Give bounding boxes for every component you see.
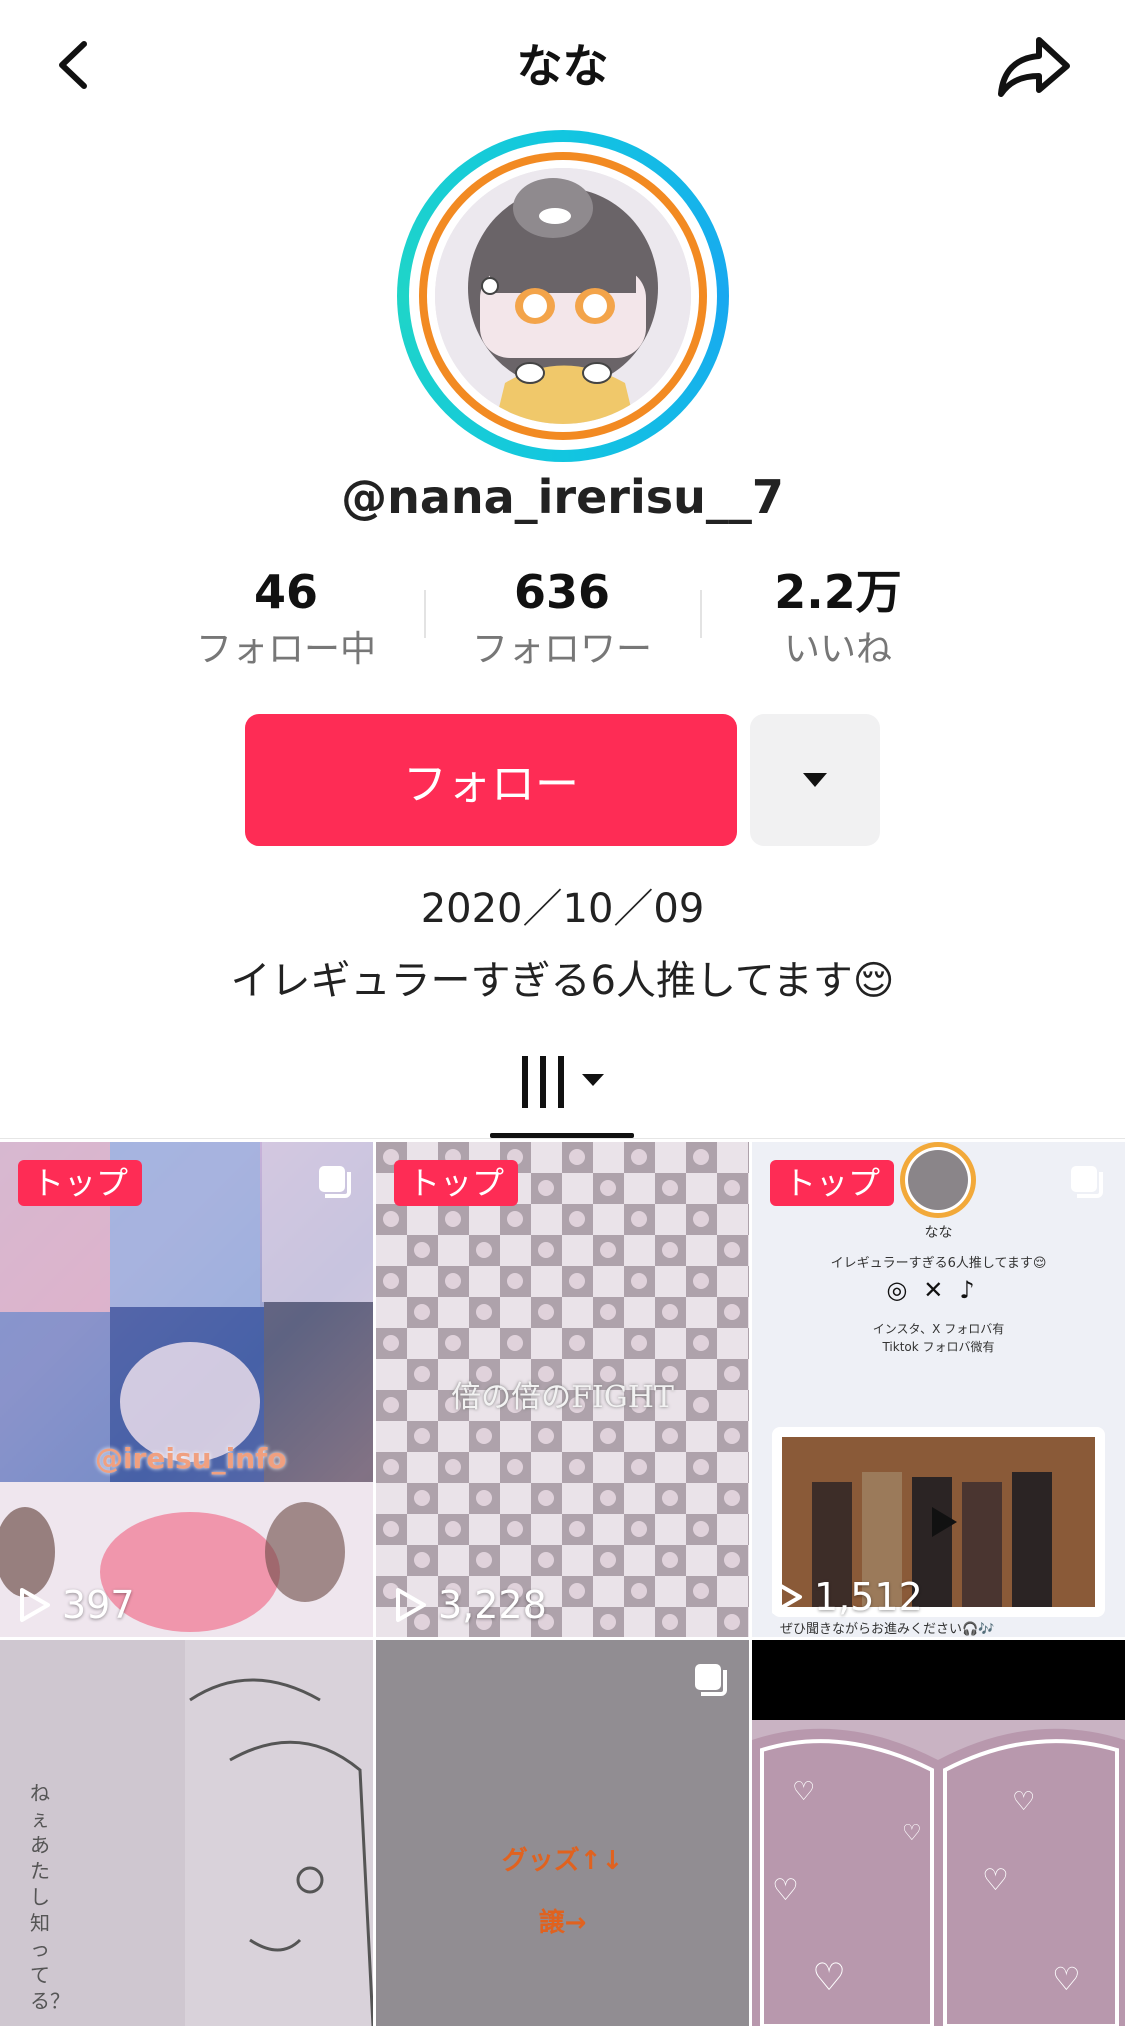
svg-text:♡: ♡ <box>902 1821 922 1846</box>
multi-photo-icon <box>1071 1166 1103 1198</box>
view-count: 3,228 <box>394 1583 547 1627</box>
likes-count: 2.2万 <box>774 565 902 619</box>
video-caption: @ireisu_info <box>95 1442 287 1475</box>
suggested-accounts-button[interactable] <box>750 714 880 846</box>
tab-divider <box>0 1138 1125 1139</box>
likes-label: いいね <box>783 629 892 670</box>
follow-button[interactable]: フォロー <box>245 714 737 846</box>
card-name: なな <box>924 1225 953 1241</box>
video-caption: 倍の倍のFIGHT <box>451 1380 674 1415</box>
view-count-text: 3,228 <box>438 1583 547 1627</box>
svg-text:♡: ♡ <box>812 1955 846 1999</box>
stat-likes[interactable]: 2.2万 いいね <box>718 564 958 674</box>
grid-bars-icon <box>522 1056 604 1108</box>
stat-following[interactable]: 46 フォロー中 <box>166 564 406 674</box>
view-count-text: 397 <box>62 1583 135 1627</box>
pinned-badge: トップ <box>394 1160 519 1206</box>
stat-divider <box>700 590 702 638</box>
view-count: 1,512 <box>770 1575 923 1619</box>
multi-photo-icon <box>319 1166 351 1198</box>
play-icon <box>396 1588 426 1622</box>
bio-date: 2020／10／09 <box>420 886 705 932</box>
avatar-illustration <box>435 168 691 424</box>
share-arrow-icon <box>998 37 1070 97</box>
svg-text:♡: ♡ <box>1052 1960 1081 1998</box>
view-count-text: 1,512 <box>814 1575 923 1619</box>
video-thumbnail <box>0 1142 373 1637</box>
video-tile[interactable]: なな イレギュラーすぎる6人推してます😌 ◎✕♪ インスタ、X フォロバ有 Ti… <box>752 1142 1125 1637</box>
overlay-text-goods: グッズ↑↓ <box>501 1846 624 1876</box>
video-tile[interactable]: グッズ↑↓ 譲→ <box>376 1640 749 2026</box>
caret-down-icon <box>803 773 827 787</box>
bio-text: イレギュラーすぎる6人推してます😌 <box>230 958 895 1004</box>
followers-count: 636 <box>513 565 611 619</box>
following-label: フォロー中 <box>195 629 376 670</box>
multi-photo-icon <box>695 1664 727 1696</box>
page-title: なな <box>516 39 609 93</box>
video-thumbnail: ♡ ♡ ♡ ♡ ♡ ♡ ♡ <box>752 1640 1125 2026</box>
play-icon <box>20 1588 50 1622</box>
video-tile[interactable]: ♡ ♡ ♡ ♡ ♡ ♡ ♡ <box>752 1640 1125 2026</box>
view-count: 397 <box>18 1583 135 1627</box>
username-handle: @nana_irerisu__7 <box>341 470 784 524</box>
share-button[interactable] <box>995 28 1075 104</box>
pinned-badge: トップ <box>770 1160 895 1206</box>
svg-text:♡: ♡ <box>982 1863 1009 1898</box>
play-icon <box>772 1580 802 1614</box>
avatar[interactable] <box>435 168 691 424</box>
stat-divider <box>424 590 426 638</box>
tab-videos[interactable] <box>520 1052 610 1112</box>
following-count: 46 <box>253 565 318 619</box>
video-tile[interactable]: ねぇあたし知ってる？ <box>0 1640 373 2026</box>
handwritten-text: ねぇあたし知ってる？ <box>30 1781 70 2013</box>
stat-followers[interactable]: 636 フォロワー <box>442 564 682 674</box>
card-line-2: インスタ、X フォロバ有 <box>872 1322 1005 1336</box>
overlay-text-trade: 譲→ <box>538 1908 587 1938</box>
social-icons: ◎✕♪ <box>886 1276 991 1304</box>
video-thumbnail <box>752 1142 1125 1637</box>
svg-text:♡: ♡ <box>792 1777 815 1807</box>
followers-label: フォロワー <box>471 629 652 670</box>
card-line-3: Tiktok フォロバ微有 <box>882 1340 995 1354</box>
card-footer: ぜひ聞きながらお進みください🎧🎶 <box>780 1622 995 1637</box>
video-tile[interactable]: 倍の倍のFIGHT トップ 3,228 <box>376 1142 749 1637</box>
video-tile[interactable]: @ireisu_info トップ 397 <box>0 1142 373 1637</box>
pinned-badge: トップ <box>18 1160 143 1206</box>
svg-text:♡: ♡ <box>1012 1787 1035 1817</box>
svg-text:♡: ♡ <box>772 1873 799 1908</box>
card-bio: イレギュラーすぎる6人推してます😌 <box>830 1256 1047 1271</box>
